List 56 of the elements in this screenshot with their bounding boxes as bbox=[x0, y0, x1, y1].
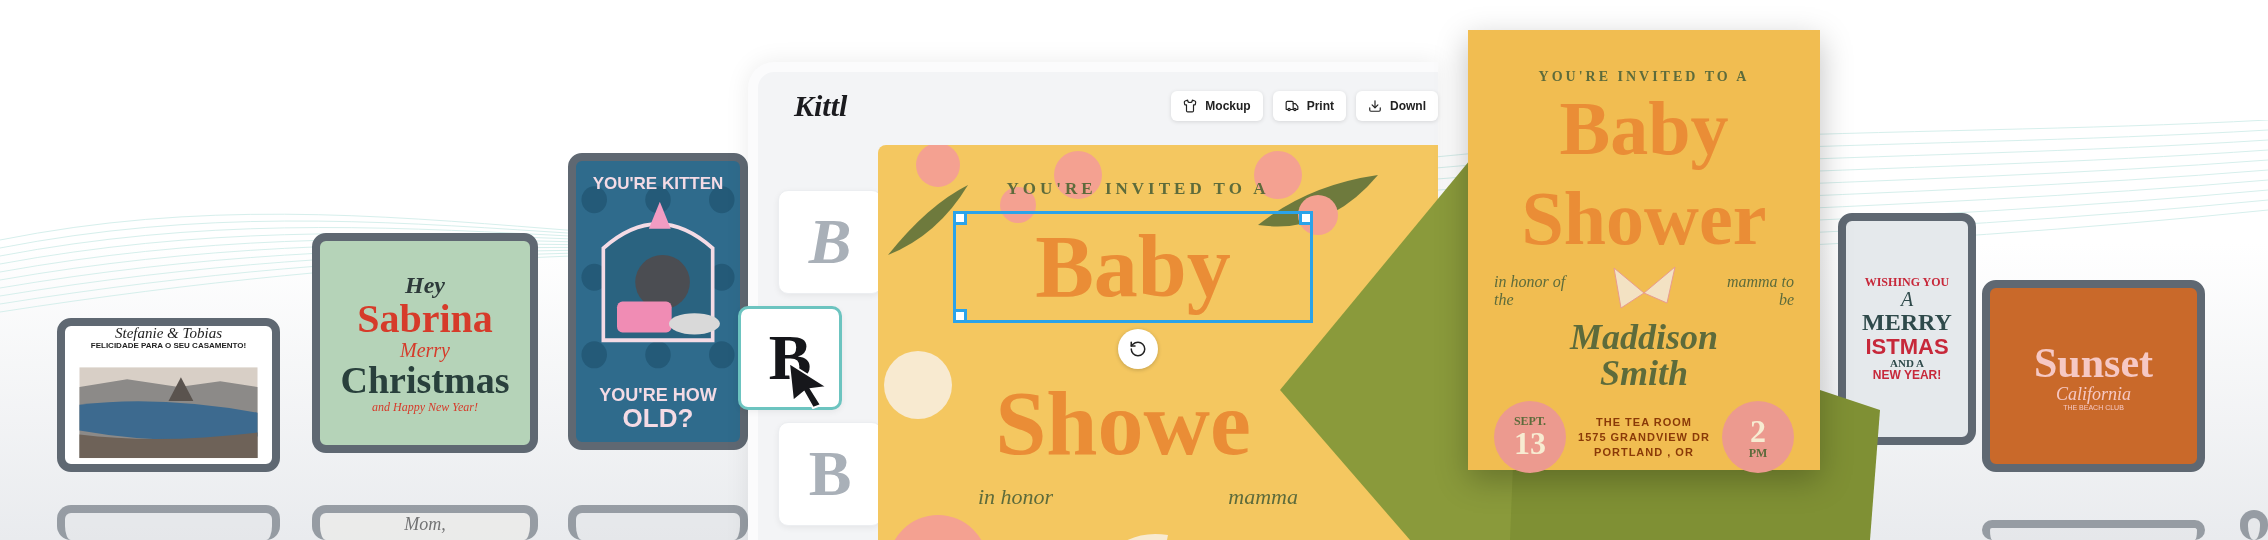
rotate-button[interactable] bbox=[1118, 329, 1158, 369]
date-day: 13 bbox=[1514, 427, 1546, 460]
card-text: and Happy New Year! bbox=[372, 400, 478, 414]
card-text: A bbox=[1900, 288, 1914, 310]
design-note: mamma bbox=[1228, 483, 1298, 510]
card-text: Stefanie & Tobias bbox=[115, 326, 222, 342]
guest-name: Maddison bbox=[1569, 319, 1718, 356]
template-card[interactable] bbox=[568, 505, 748, 540]
address-line: PORTLAND , OR bbox=[1594, 446, 1694, 459]
resize-handle[interactable] bbox=[1299, 211, 1313, 225]
card-text: Mom, bbox=[404, 515, 446, 534]
template-card[interactable] bbox=[57, 505, 280, 540]
print-button[interactable]: Print bbox=[1272, 91, 1346, 121]
card-text: NEW YEAR! bbox=[1872, 369, 1942, 382]
address-line: 1575 GRANDVIEW DR bbox=[1578, 431, 1710, 444]
template-card[interactable]: WISHING YOU A MERRY ISTMAS AND A NEW YEAR! bbox=[1838, 213, 1976, 445]
arc-text: YOU'RE INVITED TO A bbox=[1538, 70, 1750, 84]
shirt-icon bbox=[1183, 99, 1198, 113]
guest-name: Smith bbox=[1599, 355, 1689, 392]
design-note: in honor bbox=[978, 483, 1054, 510]
template-card[interactable]: Hey Sabrina Merry Christmas and Happy New Year! bbox=[312, 233, 538, 453]
design-title: Baby bbox=[1034, 217, 1232, 318]
resize-handle[interactable] bbox=[953, 211, 967, 225]
download-button[interactable]: Downl bbox=[1356, 91, 1438, 121]
card-text: YOU'RE HOW bbox=[599, 385, 717, 405]
template-card[interactable] bbox=[1982, 520, 2205, 540]
time-hour: 2 bbox=[1750, 415, 1766, 448]
card-text: California bbox=[2056, 384, 2131, 404]
template-card[interactable]: YOU'RE KITTEN YOU'RE HOW OLD? bbox=[568, 153, 748, 450]
truck-icon bbox=[1284, 99, 1299, 113]
resize-handle[interactable] bbox=[953, 309, 967, 323]
template-card[interactable]: Stefanie & Tobias FELICIDADE PARA O SEU CASAMENTO! bbox=[57, 318, 280, 472]
card-text: OLD? bbox=[622, 404, 694, 432]
arc-text: YOU'RE INVITED TO A bbox=[1006, 179, 1270, 199]
card-text: YOU'RE KITTEN bbox=[592, 175, 724, 193]
invitation-note: mamma to be bbox=[1725, 273, 1794, 310]
date-label: SEPT. bbox=[1513, 415, 1547, 428]
template-card[interactable] bbox=[2240, 510, 2268, 540]
card-text: FELICIDADE PARA O SEU CASAMENTO! bbox=[90, 341, 247, 351]
card-text: Hey bbox=[405, 272, 445, 298]
mockup-button[interactable]: Mockup bbox=[1171, 91, 1263, 121]
address-line: THE TEA ROOM bbox=[1596, 416, 1692, 429]
card-text: Sunset bbox=[2033, 340, 2154, 385]
logo: Kittl bbox=[794, 89, 848, 123]
rotate-icon bbox=[1129, 340, 1147, 358]
download-icon bbox=[1368, 99, 1382, 113]
invitation-note: in honor of the bbox=[1494, 273, 1568, 310]
template-card[interactable]: Mom, bbox=[312, 505, 538, 540]
card-text: MERRY bbox=[1862, 309, 1952, 335]
time-label: PM bbox=[1748, 447, 1768, 460]
card-text: Sabrina bbox=[357, 297, 493, 340]
card-text: ISTMAS bbox=[1865, 334, 1949, 358]
card-text: Merry bbox=[400, 339, 450, 361]
design-title: Showe bbox=[994, 371, 1252, 476]
card-text: AND A bbox=[1890, 357, 1924, 370]
card-text: WISHING YOU bbox=[1864, 276, 1950, 289]
